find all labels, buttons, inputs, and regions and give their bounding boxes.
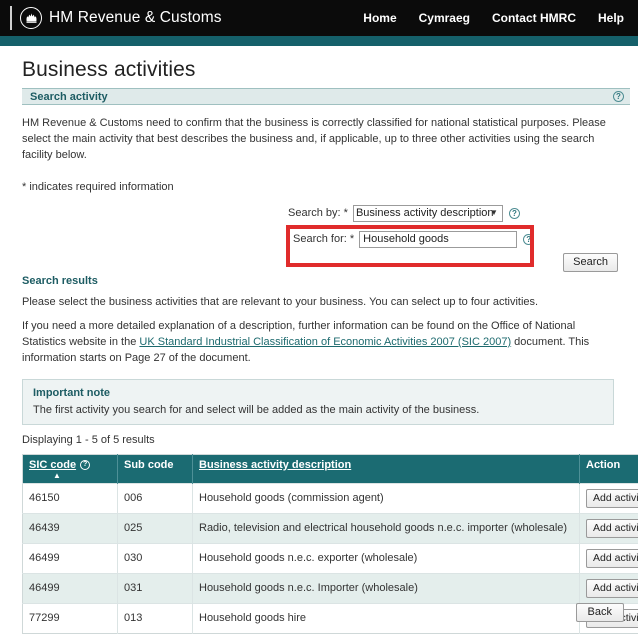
table-row: 46150 006 Household goods (commission ag… — [23, 483, 638, 513]
cell-description: Household goods hire — [193, 603, 580, 633]
search-by-row: Search by: * Business activity descripti… — [288, 205, 520, 222]
cell-description: Household goods n.e.c. exporter (wholesa… — [193, 543, 580, 573]
nav-link-help[interactable]: Help — [598, 11, 624, 25]
table-row: 46439 025 Radio, television and electric… — [23, 513, 638, 543]
cell-action: Add activity — [580, 543, 638, 573]
search-button[interactable]: Search — [563, 253, 618, 272]
back-button[interactable]: Back — [576, 603, 624, 622]
results-paragraph-2: If you need a more detailed explanation … — [22, 319, 622, 367]
site-header: HM Revenue & Customs Home Cymraeg Contac… — [0, 0, 638, 36]
add-activity-button[interactable]: Add activity — [586, 549, 638, 568]
search-by-select-wrapper: Business activity description ▼ — [353, 205, 503, 222]
cell-description: Household goods (commission agent) — [193, 483, 580, 513]
search-form: Search by: * Business activity descripti… — [14, 201, 624, 273]
brand-name: HM Revenue & Customs — [49, 9, 222, 27]
search-activity-section-bar: Search activity ? — [22, 88, 630, 105]
cell-action: Add activity — [580, 573, 638, 603]
important-note-box: Important note The first activity you se… — [22, 379, 614, 425]
sort-ascending-arrow: ▲ — [29, 471, 85, 480]
intro-paragraph: HM Revenue & Customs need to confirm tha… — [22, 116, 622, 164]
sic-2007-link[interactable]: UK Standard Industrial Classification of… — [139, 336, 511, 348]
required-marker: * — [344, 207, 348, 219]
required-information-note: * indicates required information — [22, 181, 616, 193]
question-mark-icon[interactable]: ? — [613, 91, 624, 102]
sic-code-help-icon[interactable]: ? — [80, 460, 90, 470]
section-title: Search activity — [30, 91, 108, 103]
important-note-title: Important note — [33, 387, 603, 399]
action-label: Action — [586, 459, 620, 471]
page-content: Business activities Search activity ? HM… — [0, 58, 638, 634]
brand-divider — [10, 6, 12, 30]
search-for-input[interactable] — [359, 231, 517, 248]
search-for-row: Search for: * ? — [293, 231, 534, 248]
cell-action: Add activity — [580, 483, 638, 513]
cell-description: Household goods n.e.c. Importer (wholesa… — [193, 573, 580, 603]
add-activity-button[interactable]: Add activity — [586, 579, 638, 598]
cell-sic-code: 46499 — [23, 573, 118, 603]
required-marker: * — [350, 233, 354, 245]
sub-code-label: Sub code — [124, 459, 174, 471]
results-count: Displaying 1 - 5 of 5 results — [22, 434, 616, 446]
sic-code-sort-link[interactable]: SIC code — [29, 459, 76, 471]
column-header-action: Action — [580, 454, 638, 483]
column-header-description[interactable]: Business activity description — [193, 454, 580, 483]
crown-circle-icon — [20, 7, 42, 29]
table-header-row: SIC code? ▲ Sub code Business activity d… — [23, 454, 638, 483]
search-results-table: SIC code? ▲ Sub code Business activity d… — [22, 454, 638, 634]
description-sort-link[interactable]: Business activity description — [199, 459, 351, 471]
nav-link-contact-hmrc[interactable]: Contact HMRC — [492, 11, 576, 25]
important-note-text: The first activity you search for and se… — [33, 404, 603, 416]
cell-action: Add activity — [580, 513, 638, 543]
cell-sub-code: 025 — [118, 513, 193, 543]
cell-sub-code: 006 — [118, 483, 193, 513]
search-by-select[interactable]: Business activity description — [353, 205, 503, 222]
cell-sic-code: 46150 — [23, 483, 118, 513]
cell-sic-code: 46499 — [23, 543, 118, 573]
cell-sic-code: 46439 — [23, 513, 118, 543]
brand: HM Revenue & Customs — [10, 6, 222, 30]
table-row: 77299 013 Household goods hire Add activ… — [23, 603, 638, 633]
table-row: 46499 031 Household goods n.e.c. Importe… — [23, 573, 638, 603]
search-by-help-icon[interactable]: ? — [509, 208, 520, 219]
cell-sic-code: 77299 — [23, 603, 118, 633]
header-accent-band — [0, 36, 638, 46]
page-title: Business activities — [22, 58, 624, 82]
cell-sub-code: 031 — [118, 573, 193, 603]
column-header-sic-code[interactable]: SIC code? ▲ — [23, 454, 118, 483]
search-for-label: Search for: * — [293, 233, 354, 245]
results-paragraph-1: Please select the business activities th… — [22, 295, 622, 311]
search-for-help-icon[interactable]: ? — [523, 234, 534, 245]
cell-sub-code: 013 — [118, 603, 193, 633]
column-header-sub-code: Sub code — [118, 454, 193, 483]
add-activity-button[interactable]: Add activity — [586, 519, 638, 538]
search-by-label: Search by: * — [288, 207, 348, 219]
search-results-heading: Search results — [22, 273, 616, 287]
nav-link-cymraeg[interactable]: Cymraeg — [419, 11, 470, 25]
table-row: 46499 030 Household goods n.e.c. exporte… — [23, 543, 638, 573]
add-activity-button[interactable]: Add activity — [586, 489, 638, 508]
top-navigation: Home Cymraeg Contact HMRC Help — [363, 11, 624, 25]
nav-link-home[interactable]: Home — [363, 11, 396, 25]
cell-description: Radio, television and electrical househo… — [193, 513, 580, 543]
cell-sub-code: 030 — [118, 543, 193, 573]
